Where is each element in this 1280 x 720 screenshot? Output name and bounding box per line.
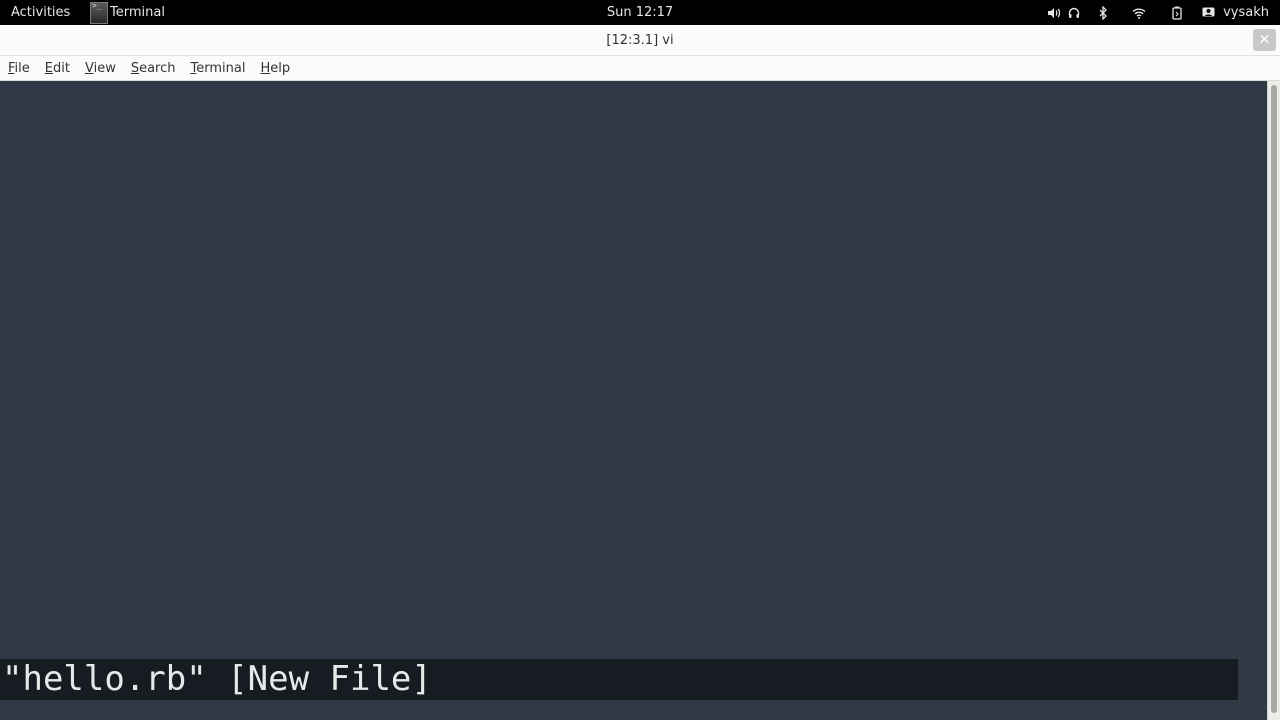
window-title-bar[interactable]: [12:3.1] vi ✕ <box>0 25 1280 56</box>
menu-terminal[interactable]: Terminal <box>183 61 253 76</box>
terminal-view[interactable]: "hello.rb" [New File] <box>0 81 1267 720</box>
user-icon <box>1197 0 1219 25</box>
battery-icon <box>1157 0 1197 25</box>
gnome-top-bar: Activities Terminal Sun 12:17 vysakh <box>0 0 1280 25</box>
close-icon: ✕ <box>1258 32 1271 48</box>
menu-file-label: ile <box>14 60 30 76</box>
menu-terminal-label: erminal <box>196 60 246 76</box>
headphones-icon <box>1063 0 1085 25</box>
menu-view-mnemonic: V <box>84 60 94 76</box>
wifi-icon <box>1121 0 1157 25</box>
menu-edit[interactable]: Edit <box>37 61 77 76</box>
menu-edit-mnemonic: E <box>44 60 53 76</box>
menu-edit-label: dit <box>53 60 70 76</box>
terminal-scrollbar[interactable] <box>1267 81 1280 720</box>
menu-view[interactable]: View <box>77 61 123 76</box>
window-title: [12:3.1] vi <box>606 33 674 48</box>
vi-status-line: "hello.rb" [New File] <box>0 659 1238 700</box>
close-window-button[interactable]: ✕ <box>1253 29 1276 51</box>
menu-help[interactable]: Help <box>252 61 297 76</box>
menu-search-label: earch <box>139 60 176 76</box>
system-status-area[interactable]: vysakh <box>1045 0 1280 25</box>
menu-file[interactable]: File <box>0 61 37 76</box>
menu-help-mnemonic: H <box>260 60 271 76</box>
scrollbar-thumb[interactable] <box>1271 85 1277 713</box>
volume-icon <box>1045 0 1063 25</box>
menu-search[interactable]: Search <box>123 61 183 76</box>
bluetooth-icon <box>1085 0 1121 25</box>
menu-search-mnemonic: S <box>130 60 140 76</box>
menubar: File Edit View Search Terminal Help <box>0 56 1280 81</box>
menu-help-label: elp <box>270 60 291 76</box>
menu-view-label: iew <box>93 60 116 76</box>
user-name: vysakh <box>1223 5 1269 20</box>
